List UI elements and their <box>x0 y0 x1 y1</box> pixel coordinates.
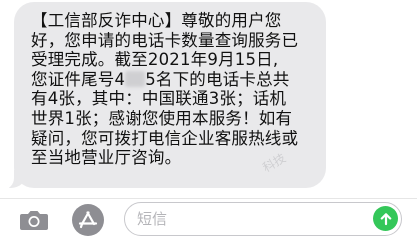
message-composer-toolbar <box>0 199 417 243</box>
message-input-field[interactable] <box>124 202 402 236</box>
message-thread: 【工信部反诈中心】尊敬的用户您 好，您申请的电话卡数量查询服务已 受理完成。截至… <box>0 0 417 198</box>
camera-button[interactable] <box>18 204 50 236</box>
message-line-2: 好，您申请的电话卡数量查询服务已 <box>31 30 299 50</box>
app-store-button[interactable] <box>72 204 104 236</box>
message-input[interactable] <box>137 208 347 230</box>
message-line-4-prefix: 您证件尾号4 <box>31 69 126 89</box>
message-line-6: 世界1张；感谢您使用本服务！如有 <box>31 108 293 128</box>
send-arrow-icon <box>380 212 391 225</box>
message-line-4-mid: 5 <box>145 69 156 89</box>
send-button[interactable] <box>373 206 398 231</box>
redacted-digits <box>125 70 146 87</box>
message-text: 【工信部反诈中心】尊敬的用户您 好，您申请的电话卡数量查询服务已 受理完成。截至… <box>31 11 316 168</box>
message-line-3: 受理完成。截至2021年9月15日, <box>31 50 279 70</box>
message-line-5: 有4张，其中：中国联通3张；话机 <box>31 89 287 109</box>
message-line-7: 疑问，您可拨打电信企业客服热线或 <box>31 128 299 148</box>
incoming-message-bubble[interactable]: 【工信部反诈中心】尊敬的用户您 好，您申请的电话卡数量查询服务已 受理完成。截至… <box>14 2 326 188</box>
app-store-icon <box>78 211 98 229</box>
message-line-4: 您证件尾号4 5名下的电话卡总共 <box>31 70 316 90</box>
camera-icon <box>20 211 48 230</box>
message-line-1: 【工信部反诈中心】尊敬的用户您 <box>31 11 282 30</box>
message-line-4-suffix: 名下的电话卡总共 <box>155 69 290 89</box>
